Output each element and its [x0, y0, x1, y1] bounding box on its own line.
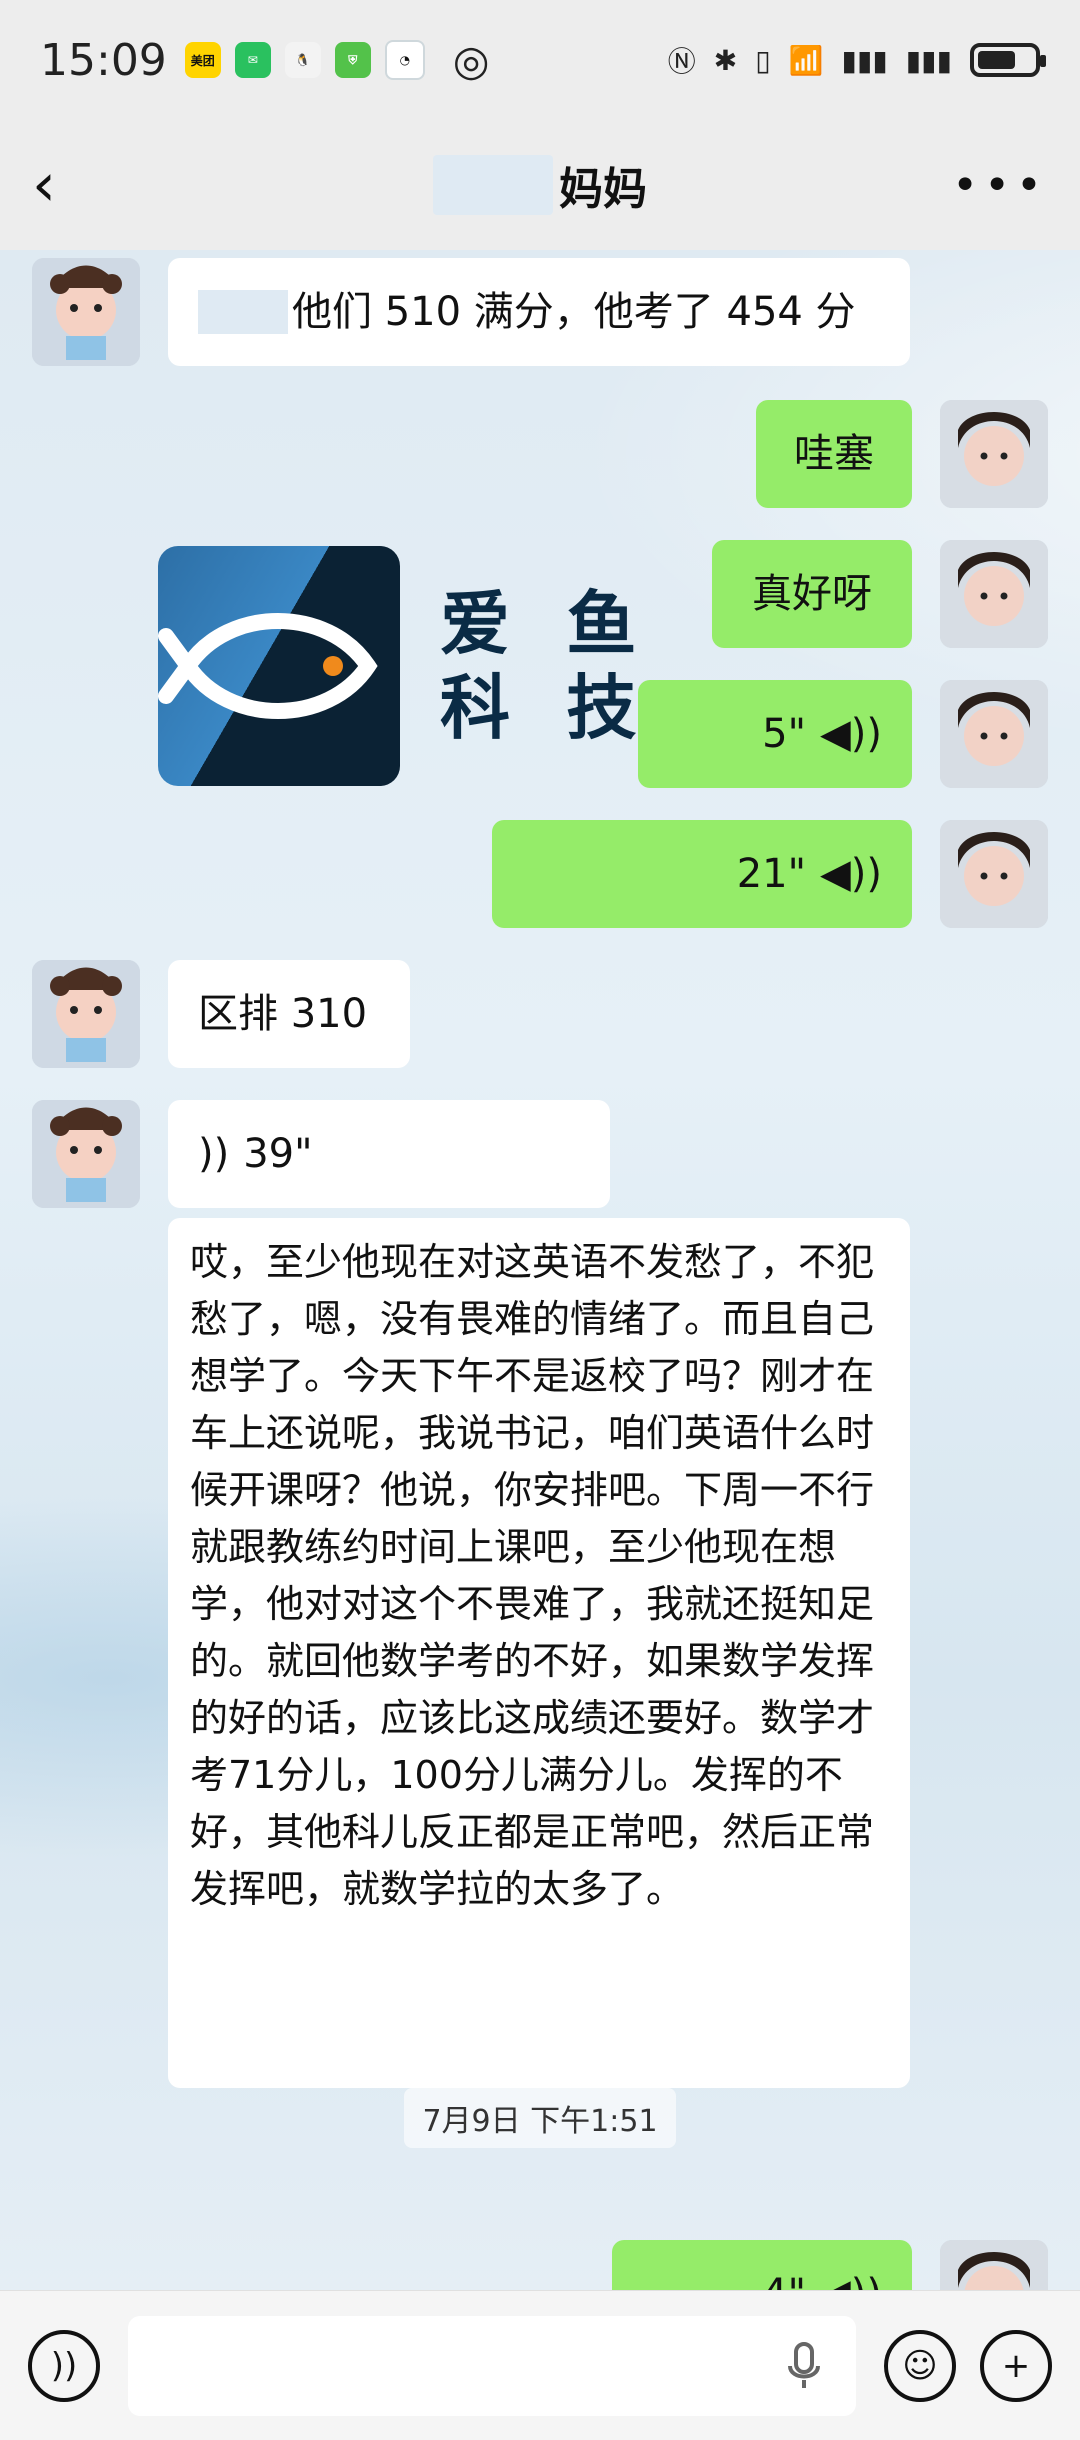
avatar-right[interactable]: [940, 820, 1048, 928]
voice-duration: 21": [736, 851, 807, 897]
voice-icon: )): [50, 2345, 78, 2386]
watermark-logo: 爱 鱼 科 技: [158, 546, 652, 786]
voice-wave-icon: ◀)): [820, 2264, 882, 2290]
message-row: 哇塞: [756, 400, 1048, 508]
message-row: 5" ◀)): [638, 680, 1048, 788]
wifi-icon: 📶: [788, 43, 824, 77]
battery-icon: [970, 43, 1046, 77]
smile-icon: ☺: [902, 2345, 938, 2386]
text-bubble[interactable]: 他们 510 满分，他考了 454 分: [168, 258, 910, 366]
redaction-mask: [198, 290, 288, 334]
text-bubble[interactable]: 真好呀: [712, 540, 912, 648]
message-row: 他们 510 满分，他考了 454 分: [32, 258, 910, 366]
message-input[interactable]: [128, 2315, 856, 2416]
watermark-text: 爱 鱼 科 技: [440, 582, 652, 750]
avatar-left[interactable]: [32, 960, 140, 1068]
mic-icon[interactable]: [778, 2340, 830, 2392]
text-bubble[interactable]: 区排 310: [168, 960, 410, 1068]
avatar-right[interactable]: [940, 680, 1048, 788]
vibrate-icon: ▯: [755, 43, 771, 77]
wechat-icon: ✉: [234, 42, 271, 78]
notification-icons: 美团 ✉ 🐧 ⛨ ◔ ◎: [184, 35, 490, 85]
voice-bubble[interactable]: 5" ◀)): [638, 680, 912, 788]
voice-wave-icon: )): [198, 1131, 230, 1177]
message-text: 哇塞: [794, 431, 874, 477]
avatar-left[interactable]: [32, 258, 140, 366]
timestamp: 7月9日 下午1:51: [0, 2088, 1080, 2148]
voice-duration: 4": [762, 2264, 806, 2290]
nfc-icon: Ⓝ: [667, 45, 696, 78]
chat-header: ‹ 妈妈 •••: [0, 120, 1080, 250]
plus-icon: +: [1001, 2345, 1031, 2386]
message-row: )) 39": [32, 1100, 610, 1208]
message-text: 真好呀: [752, 571, 872, 617]
voice-input-button[interactable]: )): [28, 2329, 100, 2402]
message-text: 他们 510 满分，他考了 454 分: [292, 289, 856, 335]
fitness-icon: ⛨: [334, 42, 371, 78]
chat-area[interactable]: 他们 510 满分，他考了 454 分 哇塞 真好呀 5" ◀)) 21" ◀)…: [0, 250, 1080, 2290]
bluetooth-icon: ✱: [713, 43, 738, 77]
emoji-button[interactable]: ☺: [884, 2329, 956, 2402]
voice-bubble[interactable]: 4" ◀)): [612, 2240, 912, 2290]
voice-wave-icon: ◀)): [820, 711, 882, 757]
voice-duration: 5": [762, 711, 807, 757]
watermark-line2: 科 技: [440, 667, 653, 749]
signal-icon: ▮▮▮: [841, 43, 888, 77]
status-bar: 15:09 美团 ✉ 🐧 ⛨ ◔ ◎ Ⓝ ✱ ▯ 📶 ▮▮▮ ▮▮▮: [0, 0, 1080, 120]
title-container: 妈妈: [0, 120, 1080, 250]
signal2-icon: ▮▮▮: [905, 43, 952, 77]
chevron-left-icon[interactable]: ‹: [32, 150, 92, 220]
avatar-right[interactable]: [940, 2240, 1048, 2290]
more-icon[interactable]: •••: [952, 160, 1048, 211]
add-button[interactable]: +: [980, 2329, 1052, 2402]
text-bubble[interactable]: 哇塞: [756, 400, 912, 508]
message-row: 真好呀: [712, 540, 1048, 648]
voice-wave-icon: ◀)): [820, 851, 882, 897]
system-icons: Ⓝ ✱ ▯ 📶 ▮▮▮ ▮▮▮: [667, 40, 1046, 80]
bubble-icon: ◔: [384, 40, 425, 80]
message-text: 区排 310: [198, 991, 368, 1037]
avatar-right[interactable]: [940, 400, 1048, 508]
avatar-left[interactable]: [32, 1100, 140, 1208]
status-time: 15:09: [40, 34, 167, 86]
voice-duration: 39": [243, 1131, 313, 1177]
input-bar: )) ☺ +: [0, 2290, 1080, 2440]
redaction-mask: [433, 155, 553, 215]
watermark-line1: 爱 鱼: [440, 583, 653, 665]
eye-icon: ◎: [452, 35, 490, 85]
transcript-bubble[interactable]: 哎，至少他现在对这英语不发愁了，不犯愁了，嗯，没有畏难的情绪了。而且自己想学了。…: [168, 1218, 910, 2088]
fish-logo-icon: [158, 546, 400, 786]
transcript-text: 哎，至少他现在对这英语不发愁了，不犯愁了，嗯，没有畏难的情绪了。而且自己想学了。…: [190, 1240, 875, 1911]
qq-icon: 🐧: [284, 42, 321, 78]
meituan-icon: 美团: [184, 42, 221, 78]
message-row: 4" ◀)): [612, 2240, 1048, 2290]
message-row: 21" ◀)): [492, 820, 1048, 928]
voice-bubble[interactable]: )) 39": [168, 1100, 610, 1208]
message-row: 区排 310: [32, 960, 410, 1068]
page-title: 妈妈: [559, 164, 647, 215]
voice-bubble[interactable]: 21" ◀)): [492, 820, 912, 928]
avatar-right[interactable]: [940, 540, 1048, 648]
timestamp-text: 7月9日 下午1:51: [404, 2088, 676, 2148]
